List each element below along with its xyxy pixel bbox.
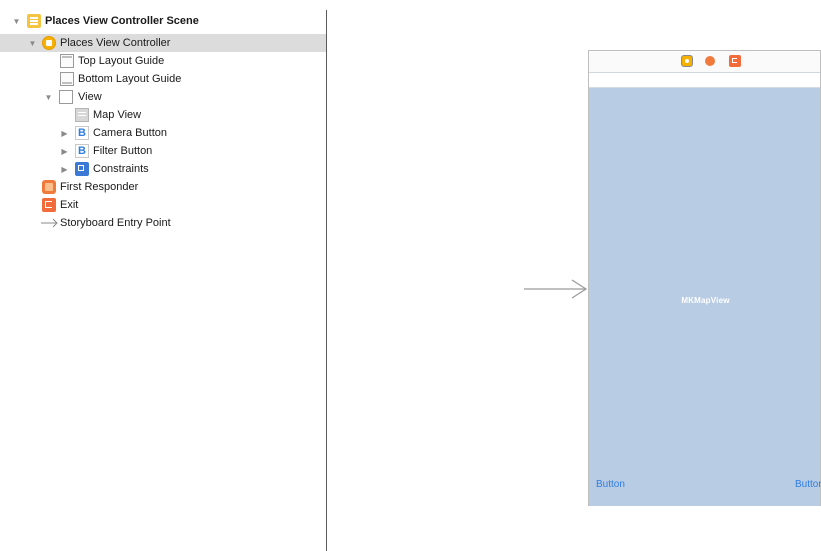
map-view-label: Map View — [93, 109, 142, 121]
exit-icon — [42, 198, 56, 212]
layout-guide-icon — [60, 54, 74, 68]
disclosure-collapsed-icon[interactable]: ▶ — [60, 147, 69, 156]
outline-row-exit[interactable]: Exit — [0, 196, 326, 214]
disclosure-expanded-icon[interactable]: ▼ — [28, 39, 37, 48]
button-icon: B — [75, 144, 89, 158]
view-icon — [59, 90, 73, 104]
constraints-label: Constraints — [93, 163, 149, 175]
view-controller-icon[interactable] — [681, 55, 693, 67]
bottom-layout-guide-label: Bottom Layout Guide — [78, 73, 182, 85]
disclosure-collapsed-icon[interactable]: ▶ — [60, 129, 69, 138]
scene-title: Places View Controller Scene — [45, 15, 199, 27]
storyboard-entry-arrow[interactable] — [524, 278, 588, 300]
view-controller-label: Places View Controller — [60, 37, 171, 49]
outline-row-first-responder[interactable]: First Responder — [0, 178, 326, 196]
first-responder-label: First Responder — [60, 181, 139, 193]
outline-row-storyboard-entry-point[interactable]: Storyboard Entry Point — [0, 214, 326, 232]
button-icon: B — [75, 126, 89, 140]
top-layout-area — [589, 73, 820, 88]
document-outline: ▼ Places View Controller Scene ▼ Places … — [0, 0, 326, 551]
storyboard-entry-point-label: Storyboard Entry Point — [60, 217, 171, 229]
map-view-class-label: MKMapView — [681, 296, 730, 305]
map-view[interactable]: MKMapView Button Button — [589, 88, 821, 506]
map-view-icon — [75, 108, 89, 122]
camera-button[interactable]: Button — [596, 479, 625, 490]
scene-icon — [27, 14, 41, 28]
filter-button-label: Filter Button — [93, 145, 153, 157]
scene-dock — [589, 51, 820, 73]
top-layout-guide-label: Top Layout Guide — [78, 55, 165, 67]
view-label: View — [78, 91, 102, 103]
first-responder-icon — [42, 180, 56, 194]
disclosure-expanded-icon[interactable]: ▼ — [44, 93, 53, 102]
camera-button-label: Camera Button — [93, 127, 167, 139]
constraints-icon — [75, 162, 89, 176]
layout-guide-icon — [60, 72, 74, 86]
outline-row-map-view[interactable]: Map View — [0, 106, 326, 124]
outline-row-view-controller[interactable]: ▼ Places View Controller — [0, 34, 326, 52]
view-controller-scene[interactable]: MKMapView Button Button — [588, 50, 821, 506]
outline-row-scene[interactable]: ▼ Places View Controller Scene — [0, 12, 326, 30]
outline-row-view[interactable]: ▼ View — [0, 88, 326, 106]
disclosure-collapsed-icon[interactable]: ▶ — [60, 165, 69, 174]
outline-row-filter-button[interactable]: ▶ B Filter Button — [0, 142, 326, 160]
view-controller-icon — [42, 36, 56, 50]
outline-row-bottom-layout-guide[interactable]: Bottom Layout Guide — [0, 70, 326, 88]
filter-button[interactable]: Button — [795, 479, 821, 490]
first-responder-icon[interactable] — [705, 56, 715, 66]
exit-icon[interactable] — [729, 55, 741, 67]
outline-row-constraints[interactable]: ▶ Constraints — [0, 160, 326, 178]
arrow-right-icon — [41, 218, 58, 228]
exit-label: Exit — [60, 199, 79, 211]
outline-row-camera-button[interactable]: ▶ B Camera Button — [0, 124, 326, 142]
outline-row-top-layout-guide[interactable]: Top Layout Guide — [0, 52, 326, 70]
disclosure-expanded-icon[interactable]: ▼ — [12, 17, 21, 26]
